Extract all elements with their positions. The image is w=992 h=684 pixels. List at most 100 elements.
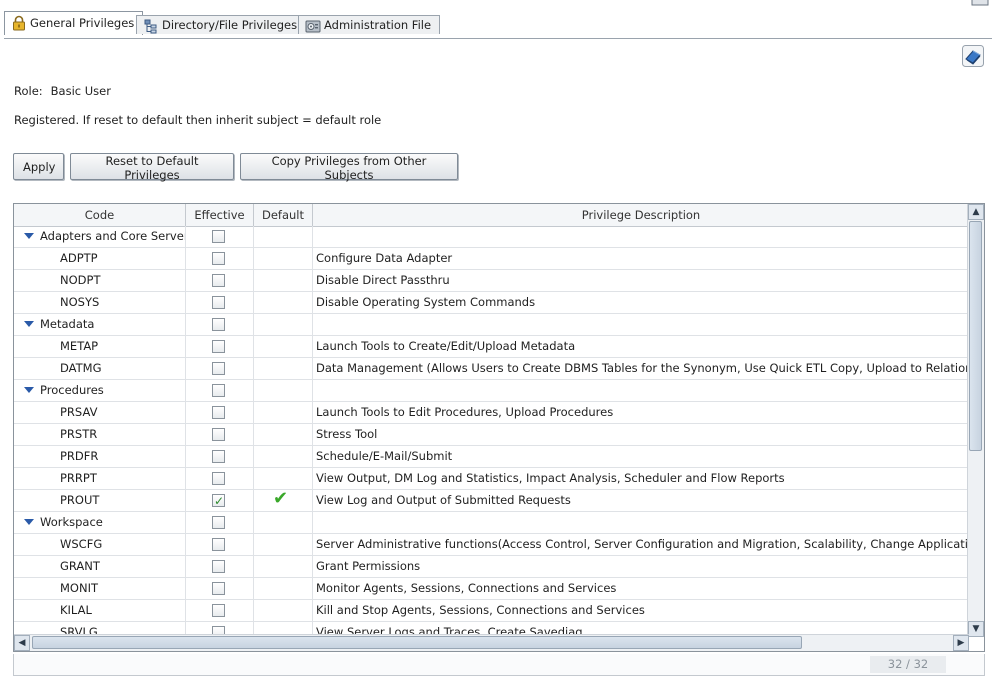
effective-checkbox[interactable] xyxy=(212,491,225,511)
code-text: Adapters and Core Server xyxy=(40,229,186,243)
effective-cell xyxy=(186,512,254,533)
code-cell: GRANT xyxy=(14,556,186,577)
column-header-default[interactable]: Default xyxy=(254,204,313,226)
grid-header: Code Effective Default Privilege Descrip… xyxy=(14,204,969,227)
expand-triangle-icon[interactable] xyxy=(24,519,34,525)
description-cell xyxy=(313,226,969,247)
table-row[interactable]: PROUT ✔ View Log and Output of Submitted R… xyxy=(14,490,969,512)
code-text: WSCFG xyxy=(60,537,103,551)
default-cell xyxy=(254,292,313,313)
group-row[interactable]: Procedures xyxy=(14,380,969,402)
group-row[interactable]: Workspace xyxy=(14,512,969,534)
grid-footer: 32 / 32 xyxy=(13,654,985,676)
description-cell: Monitor Agents, Sessions, Connections an… xyxy=(316,581,617,595)
tab-general-privileges[interactable]: General Privileges xyxy=(4,11,144,35)
group-row[interactable]: Adapters and Core Server xyxy=(14,226,969,248)
vertical-scroll-thumb[interactable] xyxy=(969,221,982,451)
column-header-description[interactable]: Privilege Description xyxy=(313,204,969,226)
code-text: Procedures xyxy=(40,383,104,397)
scroll-up-icon[interactable]: ▲ xyxy=(968,204,984,220)
table-row[interactable]: PRDFR Schedule/E-Mail/Submit xyxy=(14,446,969,468)
default-cell xyxy=(254,380,313,401)
column-header-code[interactable]: Code xyxy=(14,204,186,226)
code-text: PRDFR xyxy=(60,449,99,463)
effective-checkbox[interactable] xyxy=(212,428,225,441)
horizontal-scrollbar[interactable]: ◀ ▶ xyxy=(14,634,969,651)
effective-checkbox[interactable] xyxy=(212,318,225,331)
code-text: PRSAV xyxy=(60,405,98,419)
description-cell: Schedule/E-Mail/Submit xyxy=(316,449,453,463)
default-cell xyxy=(254,600,313,621)
table-row[interactable]: NOSYS Disable Operating System Commands xyxy=(14,292,969,314)
code-cell: DATMG xyxy=(14,358,186,379)
code-text: DATMG xyxy=(60,361,102,375)
scroll-right-icon[interactable]: ▶ xyxy=(953,635,969,651)
effective-checkbox[interactable] xyxy=(212,274,225,287)
effective-checkbox[interactable] xyxy=(212,450,225,463)
table-row[interactable]: METAP Launch Tools to Create/Edit/Upload … xyxy=(14,336,969,358)
table-row[interactable]: ADPTP Configure Data Adapter xyxy=(14,248,969,270)
code-text: PROUT xyxy=(60,493,100,507)
code-text: MONIT xyxy=(60,581,98,595)
table-row[interactable]: PRSAV Launch Tools to Edit Procedures, Up… xyxy=(14,402,969,424)
table-row[interactable]: GRANT Grant Permissions xyxy=(14,556,969,578)
code-text: NODPT xyxy=(60,273,101,287)
printer-icon[interactable] xyxy=(971,0,989,6)
effective-checkbox[interactable] xyxy=(212,582,225,595)
table-row[interactable]: DATMG Data Management (Allows Users to Cr… xyxy=(14,358,969,380)
description-cell: View Output, DM Log and Statistics, Impa… xyxy=(316,471,785,485)
copy-privileges-button[interactable]: Copy Privileges from Other Subjects xyxy=(240,153,458,182)
vertical-scrollbar[interactable]: ▲ ▼ xyxy=(967,204,984,637)
effective-checkbox[interactable] xyxy=(212,472,225,485)
effective-checkbox[interactable] xyxy=(212,296,225,309)
effective-checkbox[interactable] xyxy=(212,406,225,419)
table-row[interactable]: PRRPT View Output, DM Log and Statistics,… xyxy=(14,468,969,490)
help-book-icon[interactable] xyxy=(962,45,984,67)
reset-to-default-button[interactable]: Reset to Default Privileges xyxy=(70,153,234,182)
code-text: NOSYS xyxy=(60,295,100,309)
code-cell: NODPT xyxy=(14,270,186,291)
code-cell: KILAL xyxy=(14,600,186,621)
effective-checkbox[interactable] xyxy=(212,252,225,265)
effective-checkbox[interactable] xyxy=(212,516,225,529)
effective-checkbox[interactable] xyxy=(212,230,225,243)
code-cell: NOSYS xyxy=(14,292,186,313)
effective-cell xyxy=(186,446,254,467)
scroll-down-icon[interactable]: ▼ xyxy=(968,621,984,637)
effective-checkbox[interactable] xyxy=(212,560,225,573)
table-row[interactable]: MONIT Monitor Agents, Sessions, Connectio… xyxy=(14,578,969,600)
tab-directory-file-privileges[interactable]: Directory/File Privileges xyxy=(136,15,307,34)
default-cell xyxy=(254,336,313,357)
effective-checkbox[interactable] xyxy=(212,340,225,353)
description-cell xyxy=(313,380,969,401)
tab-bar: General Privileges Directory/File Privil… xyxy=(4,11,992,39)
code-text: PRRPT xyxy=(60,471,97,485)
column-header-effective[interactable]: Effective xyxy=(186,204,254,226)
code-cell: WSCFG xyxy=(14,534,186,555)
effective-checkbox[interactable] xyxy=(212,362,225,375)
table-row[interactable]: WSCFG Server Administrative functions(Acc… xyxy=(14,534,969,556)
effective-checkbox[interactable] xyxy=(212,538,225,551)
table-row[interactable]: PRSTR Stress Tool xyxy=(14,424,969,446)
code-cell: PRSAV xyxy=(14,402,186,423)
scroll-left-icon[interactable]: ◀ xyxy=(14,635,30,651)
description-cell: Server Administrative functions(Access C… xyxy=(316,537,969,551)
code-cell: MONIT xyxy=(14,578,186,599)
effective-checkbox[interactable] xyxy=(212,384,225,397)
table-row[interactable]: NODPT Disable Direct Passthru xyxy=(14,270,969,292)
table-row[interactable]: KILAL Kill and Stop Agents, Sessions, Con… xyxy=(14,600,969,622)
expand-triangle-icon[interactable] xyxy=(24,233,34,239)
code-cell: ADPTP xyxy=(14,248,186,269)
tab-administration-file[interactable]: Administration File xyxy=(298,15,441,34)
code-cell: METAP xyxy=(14,336,186,357)
group-row[interactable]: Metadata xyxy=(14,314,969,336)
effective-cell xyxy=(186,424,254,445)
default-check-icon: ✔ xyxy=(273,490,289,509)
effective-checkbox[interactable] xyxy=(212,604,225,617)
description-cell: Disable Operating System Commands xyxy=(316,295,536,309)
privileges-grid: Code Effective Default Privilege Descrip… xyxy=(13,203,985,652)
horizontal-scroll-thumb[interactable] xyxy=(32,636,802,649)
expand-triangle-icon[interactable] xyxy=(24,387,34,393)
expand-triangle-icon[interactable] xyxy=(24,321,34,327)
apply-button[interactable]: Apply xyxy=(13,153,64,180)
